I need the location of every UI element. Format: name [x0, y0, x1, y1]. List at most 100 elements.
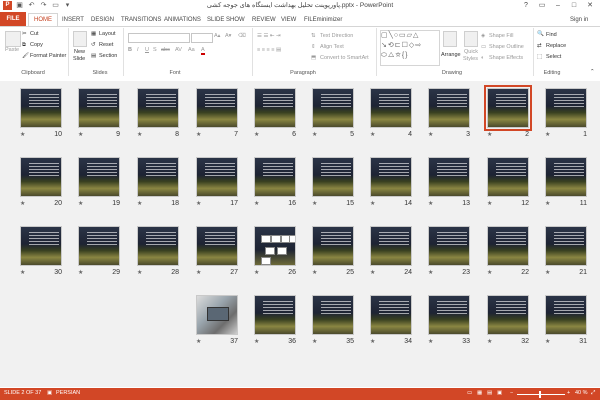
font-color-button[interactable]: A	[201, 47, 205, 55]
slide-transition-star-icon[interactable]: ★	[196, 131, 201, 138]
slide-transition-star-icon[interactable]: ★	[20, 200, 25, 207]
change-case-button[interactable]: Aa	[188, 47, 195, 53]
slide-transition-star-icon[interactable]: ★	[254, 131, 259, 138]
slide-thumbnail[interactable]	[78, 157, 120, 197]
help-button[interactable]: ?	[518, 0, 534, 11]
slide-transition-star-icon[interactable]: ★	[254, 338, 259, 345]
shrink-font-icon[interactable]: A▾	[225, 33, 231, 39]
slide-thumbnail[interactable]	[254, 157, 296, 197]
shape-effects-button[interactable]: Shape Effects	[489, 55, 523, 61]
zoom-in-icon[interactable]: +	[567, 390, 570, 396]
slideshow-view-icon[interactable]: ▣	[497, 390, 502, 396]
normal-view-icon[interactable]: ▭	[467, 390, 472, 396]
tab-review[interactable]: REVIEW	[252, 14, 276, 26]
find-icon[interactable]: 🔍	[537, 31, 544, 37]
find-button[interactable]: Find	[546, 32, 557, 38]
new-slide-icon[interactable]	[73, 31, 87, 47]
slide-thumbnail[interactable]	[545, 226, 587, 266]
slide-transition-star-icon[interactable]: ★	[312, 338, 317, 345]
bold-button[interactable]: B	[128, 47, 132, 53]
slide-transition-star-icon[interactable]: ★	[487, 338, 492, 345]
paste-icon[interactable]	[5, 31, 21, 47]
text-direction-button[interactable]: Text Direction	[320, 33, 353, 39]
slide-thumbnail[interactable]	[428, 88, 470, 128]
slide-transition-star-icon[interactable]: ★	[137, 269, 142, 276]
undo-icon[interactable]: ↶	[27, 1, 36, 10]
tab-animations[interactable]: ANIMATIONS	[164, 14, 201, 26]
zoom-level[interactable]: 40 %	[575, 390, 588, 396]
tab-transitions[interactable]: TRANSITIONS	[121, 14, 161, 26]
shapes-gallery[interactable]: ▢╲○▭▱△ ↘⟲⊏☐◇⇨ ⬭△☆{}	[380, 30, 440, 66]
slide-transition-star-icon[interactable]: ★	[428, 269, 433, 276]
shape-outline-button[interactable]: Shape Outline	[489, 44, 524, 50]
tab-home[interactable]: HOME	[28, 13, 58, 27]
slide-thumbnail[interactable]	[78, 88, 120, 128]
zoom-slider[interactable]	[517, 394, 565, 395]
slide-thumbnail[interactable]	[370, 157, 412, 197]
maximize-button[interactable]: □	[566, 0, 582, 11]
reading-view-icon[interactable]: ▤	[487, 390, 492, 396]
slide-transition-star-icon[interactable]: ★	[370, 269, 375, 276]
reset-icon[interactable]: ↺	[91, 42, 96, 48]
slide-transition-star-icon[interactable]: ★	[545, 338, 550, 345]
customize-qat-icon[interactable]: ▾	[63, 1, 72, 10]
new-slide-button[interactable]: New	[74, 49, 85, 55]
signin-link[interactable]: Sign in	[570, 14, 588, 26]
shape-fill-button[interactable]: Shape Fill	[489, 33, 513, 39]
save-icon[interactable]: ▣	[15, 1, 24, 10]
slide-thumbnail[interactable]	[370, 226, 412, 266]
grow-font-icon[interactable]: A▴	[214, 33, 220, 39]
slide-thumbnail[interactable]	[484, 85, 532, 131]
paste-label[interactable]: Paste	[5, 47, 19, 53]
section-icon[interactable]: ▤	[91, 53, 96, 59]
clear-format-icon[interactable]: ⌫	[238, 33, 246, 39]
slide-transition-star-icon[interactable]: ★	[312, 200, 317, 207]
layout-button[interactable]: Layout	[99, 31, 116, 37]
arrange-button[interactable]: Arrange	[441, 52, 461, 58]
quick-styles-icon[interactable]	[464, 31, 478, 47]
slide-transition-star-icon[interactable]: ★	[312, 131, 317, 138]
ribbon-display-button[interactable]: ▭	[534, 0, 550, 11]
font-size-input[interactable]	[191, 33, 213, 43]
fit-to-window-icon[interactable]: ⤢	[591, 390, 595, 397]
slide-transition-star-icon[interactable]: ★	[487, 200, 492, 207]
tab-file[interactable]: FILE	[0, 12, 26, 26]
slide-thumbnail[interactable]	[545, 88, 587, 128]
align-text-icon[interactable]: ⇕	[311, 44, 316, 50]
slide-thumbnail[interactable]	[312, 226, 354, 266]
tab-view[interactable]: VIEW	[281, 14, 296, 26]
slide-transition-star-icon[interactable]: ★	[254, 269, 259, 276]
slide-transition-star-icon[interactable]: ★	[254, 200, 259, 207]
slide-transition-star-icon[interactable]: ★	[137, 200, 142, 207]
convert-smartart-button[interactable]: Convert to SmartArt	[320, 55, 369, 61]
slide-thumbnail[interactable]	[370, 295, 412, 335]
collapse-ribbon-icon[interactable]: ⌃	[590, 69, 595, 75]
start-slideshow-icon[interactable]: ▭	[51, 1, 60, 10]
cut-button[interactable]: Cut	[30, 31, 39, 37]
shape-fill-icon[interactable]: ◈	[481, 33, 485, 39]
slide-thumbnail[interactable]	[487, 157, 529, 197]
slide-thumbnail[interactable]	[254, 88, 296, 128]
zoom-out-icon[interactable]: −	[510, 390, 513, 396]
replace-icon[interactable]: ⇄	[537, 43, 542, 49]
quick-styles-button-line2[interactable]: Styles	[463, 56, 478, 62]
slide-thumbnail[interactable]	[20, 157, 62, 197]
slide-sorter-view-icon[interactable]: ▦	[477, 390, 482, 396]
slide-thumbnail[interactable]	[20, 88, 62, 128]
slide-transition-star-icon[interactable]: ★	[196, 338, 201, 345]
slide-thumbnail[interactable]	[487, 226, 529, 266]
char-spacing-button[interactable]: AV	[175, 47, 182, 53]
slide-thumbnail[interactable]	[196, 157, 238, 197]
align-icons[interactable]: ≡ ≡ ≡ ≡ ▤	[257, 47, 281, 53]
select-button[interactable]: Select	[546, 54, 561, 60]
slide-thumbnail[interactable]	[545, 157, 587, 197]
slide-thumbnail[interactable]	[196, 295, 238, 335]
zoom-slider-thumb[interactable]	[539, 391, 541, 398]
slide-thumbnail[interactable]	[312, 295, 354, 335]
replace-button[interactable]: Replace	[546, 43, 566, 49]
slide-transition-star-icon[interactable]: ★	[370, 338, 375, 345]
slide-transition-star-icon[interactable]: ★	[370, 131, 375, 138]
underline-button[interactable]: U	[145, 47, 149, 53]
slide-thumbnail[interactable]	[545, 295, 587, 335]
font-name-input[interactable]	[128, 33, 190, 43]
